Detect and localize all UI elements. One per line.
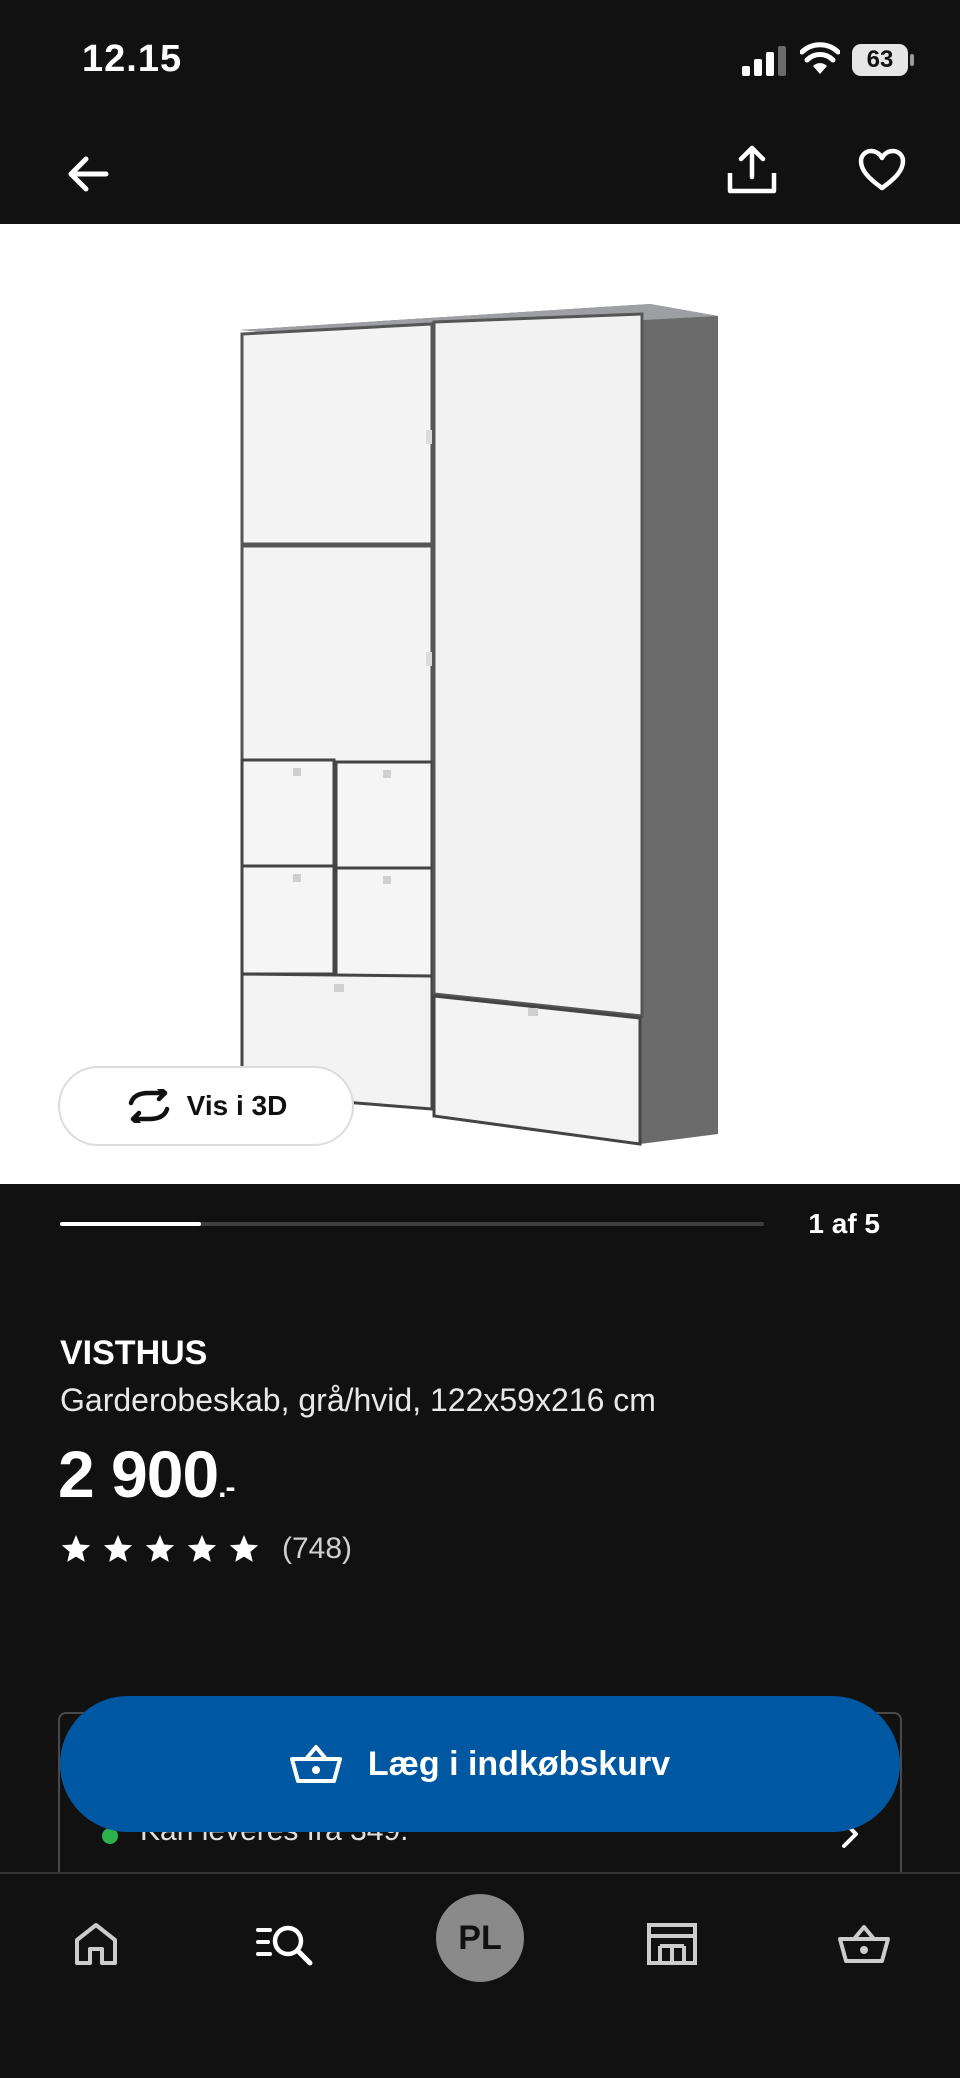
product-description: Garderobeskab, grå/hvid, 122x59x216 cm bbox=[60, 1382, 656, 1418]
store-icon[interactable] bbox=[632, 1904, 712, 1984]
wifi-icon bbox=[800, 42, 840, 74]
gallery-counter: 1 af 5 bbox=[808, 1208, 880, 1239]
add-to-cart-label: Læg i indkøbskurv bbox=[367, 1744, 671, 1783]
home-icon[interactable] bbox=[56, 1904, 136, 1984]
view-in-3d-label: Vis i 3D bbox=[186, 1090, 288, 1121]
cart-basket-icon[interactable] bbox=[824, 1904, 904, 1984]
rating-stars bbox=[60, 1533, 260, 1565]
status-bar: 12.15 63 bbox=[0, 0, 960, 120]
price-suffix: .- bbox=[218, 1471, 235, 1504]
search-icon[interactable] bbox=[246, 1904, 326, 1984]
product-name: VISTHUS bbox=[60, 1334, 208, 1372]
battery-level: 63 bbox=[852, 44, 908, 76]
review-count: (748) bbox=[282, 1532, 353, 1565]
star-icon bbox=[145, 1535, 175, 1562]
product-image-gallery[interactable]: Vis i 3D bbox=[0, 224, 960, 1184]
gallery-progress-fill bbox=[60, 1222, 201, 1226]
share-icon[interactable] bbox=[724, 142, 780, 198]
add-to-cart-button[interactable]: Læg i indkøbskurv bbox=[60, 1696, 900, 1832]
view-in-3d-button[interactable]: Vis i 3D bbox=[58, 1066, 354, 1146]
profile-avatar[interactable]: PL bbox=[436, 1894, 524, 1982]
signal-icon bbox=[742, 46, 786, 76]
product-rating[interactable]: (748) bbox=[60, 1532, 352, 1566]
product-price: 2 900.- bbox=[58, 1436, 236, 1512]
battery-indicator: 63 bbox=[852, 44, 914, 76]
rotate-3d-icon bbox=[128, 1089, 169, 1123]
star-icon bbox=[187, 1535, 217, 1562]
favorite-heart-icon[interactable] bbox=[854, 142, 910, 198]
back-arrow-icon[interactable] bbox=[60, 146, 116, 202]
price-main: 2 900 bbox=[58, 1437, 219, 1511]
gallery-progress bbox=[60, 1222, 764, 1226]
shopping-basket-icon bbox=[289, 1745, 342, 1783]
top-navigation bbox=[0, 120, 960, 224]
star-icon bbox=[61, 1535, 91, 1562]
status-time: 12.15 bbox=[82, 38, 183, 80]
star-icon bbox=[103, 1535, 133, 1562]
wardrobe-image bbox=[240, 304, 718, 1146]
star-icon bbox=[229, 1535, 259, 1562]
bottom-navigation: PL bbox=[0, 1872, 960, 2078]
